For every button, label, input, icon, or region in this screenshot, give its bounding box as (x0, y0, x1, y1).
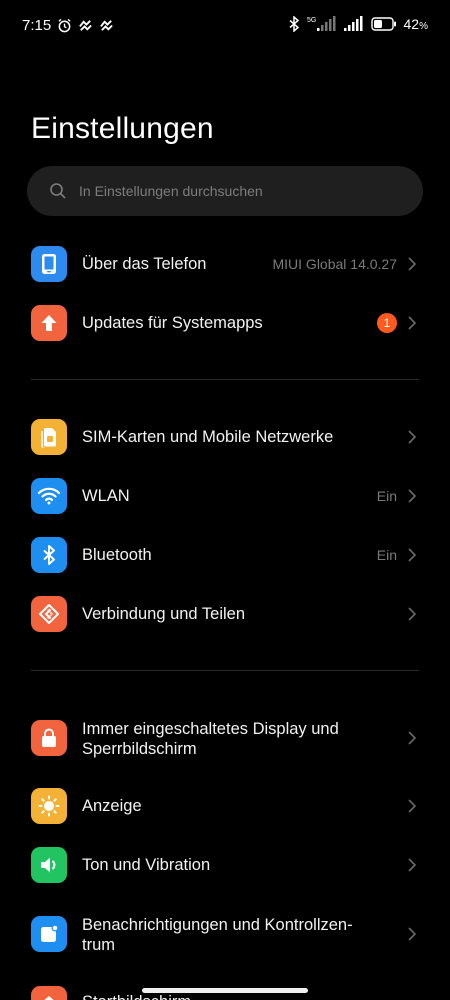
settings-item-label: Verbindung und Teilen (82, 605, 246, 623)
arrow-up-icon (31, 305, 67, 341)
settings-item-label: SIM-Karten und Mobile Netzwerke (82, 428, 334, 446)
phone-icon (31, 246, 67, 282)
home-indicator[interactable] (142, 988, 308, 993)
bluetooth-icon (31, 537, 67, 573)
settings-item-label: Immer eingeschaltetes Display und Sperrb… (82, 720, 339, 758)
settings-item-label: Über das Telefon (82, 255, 207, 273)
sun-icon (31, 788, 67, 824)
wifi-icon (31, 478, 67, 514)
network-type-label: 5G (307, 17, 316, 24)
settings-item-display[interactable]: Anzeige (0, 777, 450, 835)
battery-percentage: 42% (403, 16, 428, 32)
chevron-right-icon (408, 799, 417, 813)
share-connection-icon (31, 596, 67, 632)
speaker-icon (31, 847, 67, 883)
chevron-right-icon (408, 316, 417, 330)
app-notification-icon (100, 20, 113, 31)
settings-item-label: Startbildschirm (82, 992, 191, 1000)
settings-item-label: Anzeige (82, 797, 142, 815)
status-bar: 7:15 5G 42% (0, 0, 450, 52)
settings-item-always-on-display[interactable]: Immer eingeschaltetes Display und Sperrb… (0, 700, 450, 776)
update-count-badge: 1 (377, 313, 397, 333)
status-time: 7:15 (22, 17, 52, 34)
settings-item-label: Benachrichtigungen und Kontrollzen-trum (82, 916, 353, 954)
chevron-right-icon (408, 430, 417, 444)
chevron-right-icon (408, 257, 417, 271)
chevron-right-icon (408, 927, 417, 941)
home-icon (31, 986, 67, 1000)
section-divider (31, 379, 419, 380)
notification-icon (31, 916, 67, 952)
section-divider (31, 670, 419, 671)
settings-item-label: Updates für Systemapps (82, 314, 263, 332)
settings-item-connection-sharing[interactable]: Verbindung und Teilen (0, 585, 450, 643)
chevron-right-icon (408, 731, 417, 745)
status-bar-right: 5G 42% (288, 16, 428, 32)
settings-item-about-phone[interactable]: Über das Telefon MIUI Global 14.0.27 (0, 235, 450, 293)
settings-item-system-app-updates[interactable]: Updates für Systemapps 1 (0, 294, 450, 352)
settings-item-notifications[interactable]: Benachrichtigungen und Kontrollzen-trum (0, 896, 450, 972)
signal-5g-icon: 5G (307, 16, 336, 31)
search-icon (50, 183, 66, 199)
settings-item-sound-vibration[interactable]: Ton und Vibration (0, 836, 450, 894)
signal-icon (343, 16, 363, 31)
settings-item-label: WLAN (82, 487, 130, 505)
bluetooth-status-icon (289, 16, 299, 32)
settings-item-wlan[interactable]: WLAN Ein (0, 467, 450, 525)
settings-item-value: Ein (376, 488, 397, 504)
lock-icon (31, 720, 67, 756)
chevron-right-icon (408, 548, 417, 562)
chevron-right-icon (408, 858, 417, 872)
settings-item-label: Ton und Vibration (82, 856, 211, 874)
settings-item-value: Ein (376, 547, 397, 563)
settings-item-label: Bluetooth (82, 546, 152, 564)
search-placeholder: In Einstellungen durchsuchen (79, 183, 263, 199)
page-title: Einstellungen (31, 112, 214, 145)
settings-item-sim-cards[interactable]: SIM-Karten und Mobile Netzwerke (0, 408, 450, 466)
settings-item-value: MIUI Global 14.0.27 (272, 256, 397, 272)
sim-card-icon (31, 419, 67, 455)
status-bar-left: 7:15 (22, 17, 114, 34)
alarm-icon (58, 18, 71, 33)
search-bar[interactable]: In Einstellungen durchsuchen (27, 166, 423, 216)
chevron-right-icon (408, 489, 417, 503)
chevron-right-icon (408, 607, 417, 621)
battery-icon (370, 17, 396, 31)
settings-item-bluetooth[interactable]: Bluetooth Ein (0, 526, 450, 584)
app-notification-icon (79, 20, 92, 31)
